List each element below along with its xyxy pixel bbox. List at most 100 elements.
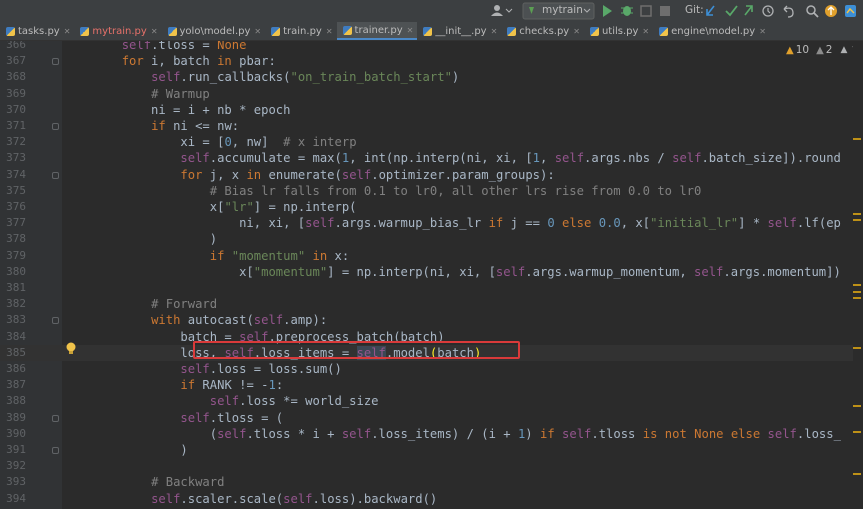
code-line[interactable]: 371 if ni <= nw: [0,118,863,134]
line-number: 388 [6,394,26,408]
tab-label: tasks.py [18,25,60,37]
line-number: 369 [6,86,26,100]
editor-scrollbar[interactable] [853,41,863,509]
history-icon[interactable] [762,5,774,17]
close-icon[interactable]: ✕ [151,27,158,36]
code-line[interactable]: 383 with autocast(self.amp): [0,312,863,328]
update-icon[interactable] [825,5,837,17]
code-line[interactable]: 392 [0,458,863,474]
line-number: 380 [6,264,26,278]
code-line[interactable]: 391 ) [0,442,863,458]
tab-label: yolo\model.py [179,25,251,37]
code-line[interactable]: 393 # Backward [0,474,863,490]
search-icon[interactable] [806,5,819,18]
code-line[interactable]: 382 # Forward [0,296,863,312]
close-icon[interactable]: ✕ [326,27,333,36]
code-line[interactable]: 381 [0,280,863,296]
debug-icon[interactable] [621,6,633,16]
code-line[interactable]: 377 ni, xi, [self.args.warmup_bias_lr if… [0,215,863,231]
run-icon[interactable] [603,5,612,17]
inspection-widget[interactable]: ▲ 10 ▲ 2 ▲ ▼ [786,43,859,57]
rollback-icon[interactable] [783,5,794,18]
code-line[interactable]: 386 self.loss = loss.sum() [0,361,863,377]
close-icon[interactable]: ✕ [759,27,766,36]
code-text: # Bias lr falls from 0.1 to lr0, all oth… [209,183,702,198]
code-line[interactable]: 376 x["lr"] = np.interp( [0,199,863,215]
git-update-icon[interactable] [706,5,715,16]
git-label: Git: [685,4,704,16]
code-line[interactable]: 369 # Warmup [0,86,863,102]
plugin-icon[interactable] [845,5,856,17]
tab-checks-py[interactable]: checks.py ✕ [501,22,584,40]
tab-label: checks.py [519,25,570,37]
close-icon[interactable]: ✕ [491,27,498,36]
code-line[interactable]: 366 self.tloss = None [0,41,863,53]
stop-icon[interactable] [660,6,670,16]
code-line[interactable]: 387 if RANK != -1: [0,377,863,393]
line-number: 383 [6,313,26,327]
code-line[interactable]: 370 ni = i + nb * epoch [0,102,863,118]
close-icon[interactable]: ✕ [573,27,580,36]
code-line[interactable]: 380 x["momentum"] = np.interp(ni, xi, [s… [0,264,863,280]
code-line[interactable]: 388 self.loss *= world_size [0,393,863,409]
tab-engine-model-py[interactable]: engine\model.py ✕ [653,22,770,40]
tab-label: utils.py [601,25,639,37]
tab-mytrain-py[interactable]: mytrain.py ✕ [74,22,161,40]
code-text: x["momentum"] = np.interp(ni, xi, [self.… [63,264,841,279]
user-icon[interactable] [491,5,513,16]
python-file-icon [589,26,599,36]
tab-utils-py[interactable]: utils.py ✕ [584,22,653,40]
code-text: self.accumulate = max(1, int(np.interp(n… [180,151,841,166]
code-line[interactable]: 389 self.tloss = ( [0,410,863,426]
code-line[interactable]: 379 if "momentum" in x: [0,248,863,264]
tab-label: mytrain.py [92,25,147,37]
close-icon[interactable]: ✕ [407,26,414,35]
line-number: 385 [6,345,26,359]
close-icon[interactable]: ✕ [254,27,261,36]
tab-trainer-py[interactable]: trainer.py ✕ [336,22,418,40]
tab-yolo-model-py[interactable]: yolo\model.py ✕ [162,22,266,40]
coverage-icon[interactable] [640,5,652,17]
python-file-icon [507,26,517,36]
code-line[interactable]: 375 # Bias lr falls from 0.1 to lr0, all… [0,183,863,199]
line-number: 378 [6,232,26,246]
code-line[interactable]: 368 self.run_callbacks("on_train_batch_s… [0,69,863,85]
git-push-icon[interactable] [744,5,753,16]
line-number: 379 [6,248,26,262]
python-file-icon [6,26,15,36]
code-line[interactable]: 373 self.accumulate = max(1, int(np.inte… [0,150,863,166]
code-line[interactable]: 374 for j, x in enumerate(self.optimizer… [0,167,863,183]
line-number: 382 [6,297,26,311]
code-text: # Backward [151,475,225,490]
code-text: self.tloss = ( [180,410,284,425]
code-line[interactable]: 390 (self.tloss * i + self.loss_items) /… [0,426,863,442]
line-number: 366 [6,41,26,51]
line-number: 371 [6,119,26,132]
highlight-annotation-box [193,341,520,359]
code-text: ) [63,443,188,457]
warning-count: 10 [795,44,810,56]
bulb-icon[interactable] [65,342,77,356]
code-line[interactable]: 394 self.scaler.scale(self.loss).backwar… [0,491,863,507]
tab-train-py[interactable]: train.py ✕ [265,22,336,40]
line-number: 386 [6,362,26,375]
tab--init-py[interactable]: __init__.py ✕ [417,22,501,40]
code-line[interactable]: 367 for i, batch in pbar: [0,53,863,69]
line-number: 381 [6,281,26,294]
tab-tasks-py[interactable]: tasks.py ✕ [0,22,74,40]
code-text: ni, xi, [self.args.warmup_bias_lr if j =… [63,216,841,231]
git-commit-icon[interactable] [725,5,738,17]
code-text: ) [63,232,218,247]
code-text: self.loss = loss.sum() [180,362,342,376]
chevron-up-icon[interactable]: ▲ [840,45,847,55]
code-text: (self.tloss * i + self.loss_items) / (i … [63,426,841,441]
code-line[interactable]: 372 xi = [0, nw] # x interp [0,134,863,150]
python-file-icon [271,26,281,36]
code-editor[interactable]: 366 self.tloss = None 367 for i, batch in… [0,41,863,509]
close-icon[interactable]: ✕ [642,27,649,36]
code-text: if ni <= nw: [151,119,240,133]
close-icon[interactable]: ✕ [64,27,71,36]
line-number: 373 [6,151,26,165]
line-number: 372 [6,135,26,149]
code-line[interactable]: 378 ) [0,231,863,247]
